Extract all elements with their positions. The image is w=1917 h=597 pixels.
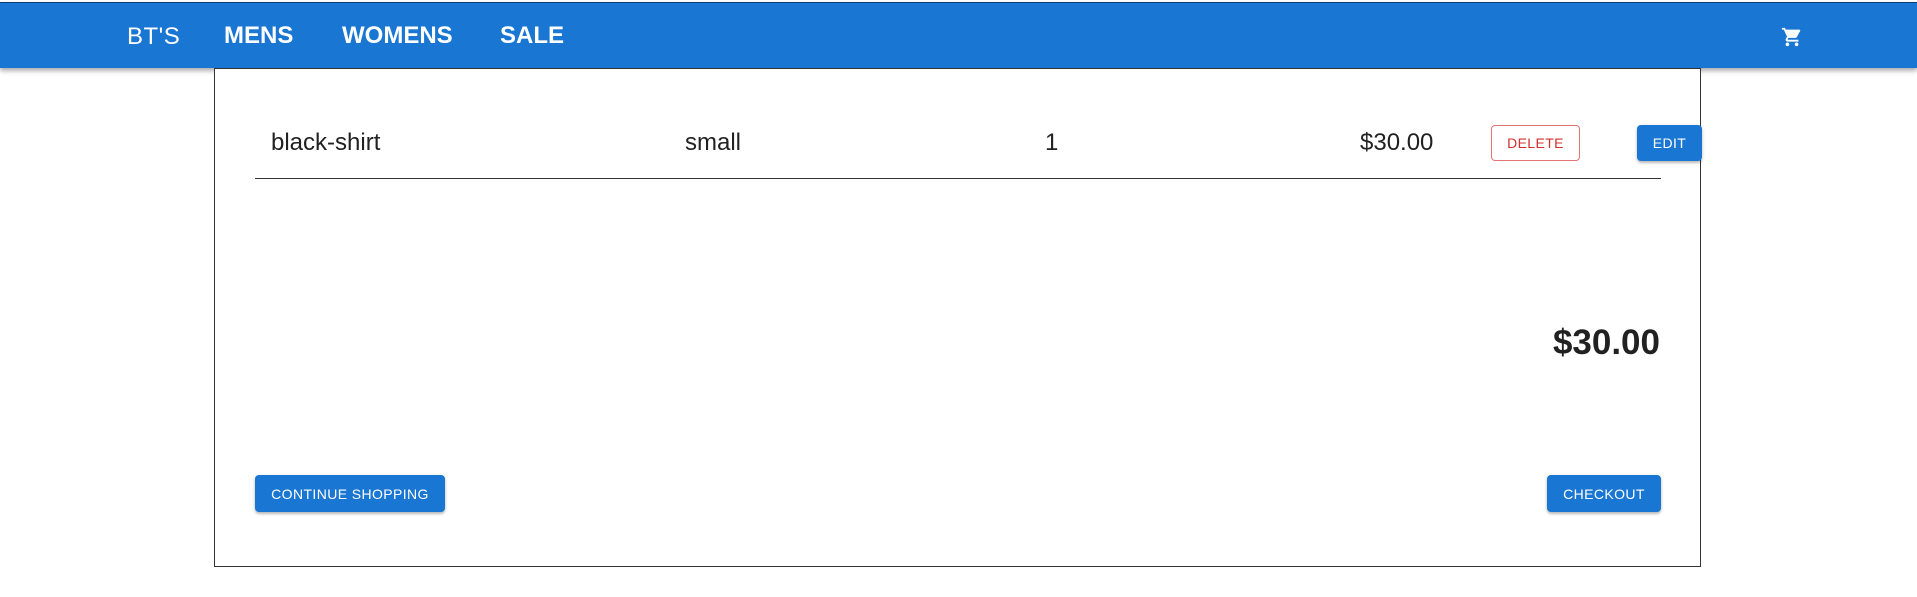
item-price: $30.00	[1360, 129, 1434, 156]
app-bar: BT'S MENS WOMENS SALE	[0, 2, 1917, 68]
brand-logo[interactable]: BT'S	[127, 23, 180, 51]
cart-panel: black-shirt small 1 $30.00 DELETE EDIT $…	[214, 68, 1702, 567]
shopping-cart-icon	[1781, 27, 1801, 47]
checkout-button[interactable]: CHECKOUT	[1547, 475, 1661, 512]
item-quantity: 1	[1045, 129, 1059, 156]
cart-button[interactable]	[1778, 23, 1806, 51]
item-name: black-shirt	[271, 129, 381, 156]
item-size: small	[685, 129, 742, 156]
continue-shopping-button[interactable]: CONTINUE SHOPPING	[255, 475, 445, 512]
cart-total: $30.00	[1552, 323, 1660, 362]
nav-link-mens[interactable]: MENS	[224, 22, 293, 50]
delete-button[interactable]: DELETE	[1491, 125, 1580, 161]
nav-link-sale[interactable]: SALE	[500, 22, 564, 50]
edit-button[interactable]: EDIT	[1637, 125, 1702, 161]
cart-item-row: black-shirt small 1 $30.00 DELETE EDIT	[255, 69, 1702, 179]
nav-link-womens[interactable]: WOMENS	[342, 22, 453, 50]
